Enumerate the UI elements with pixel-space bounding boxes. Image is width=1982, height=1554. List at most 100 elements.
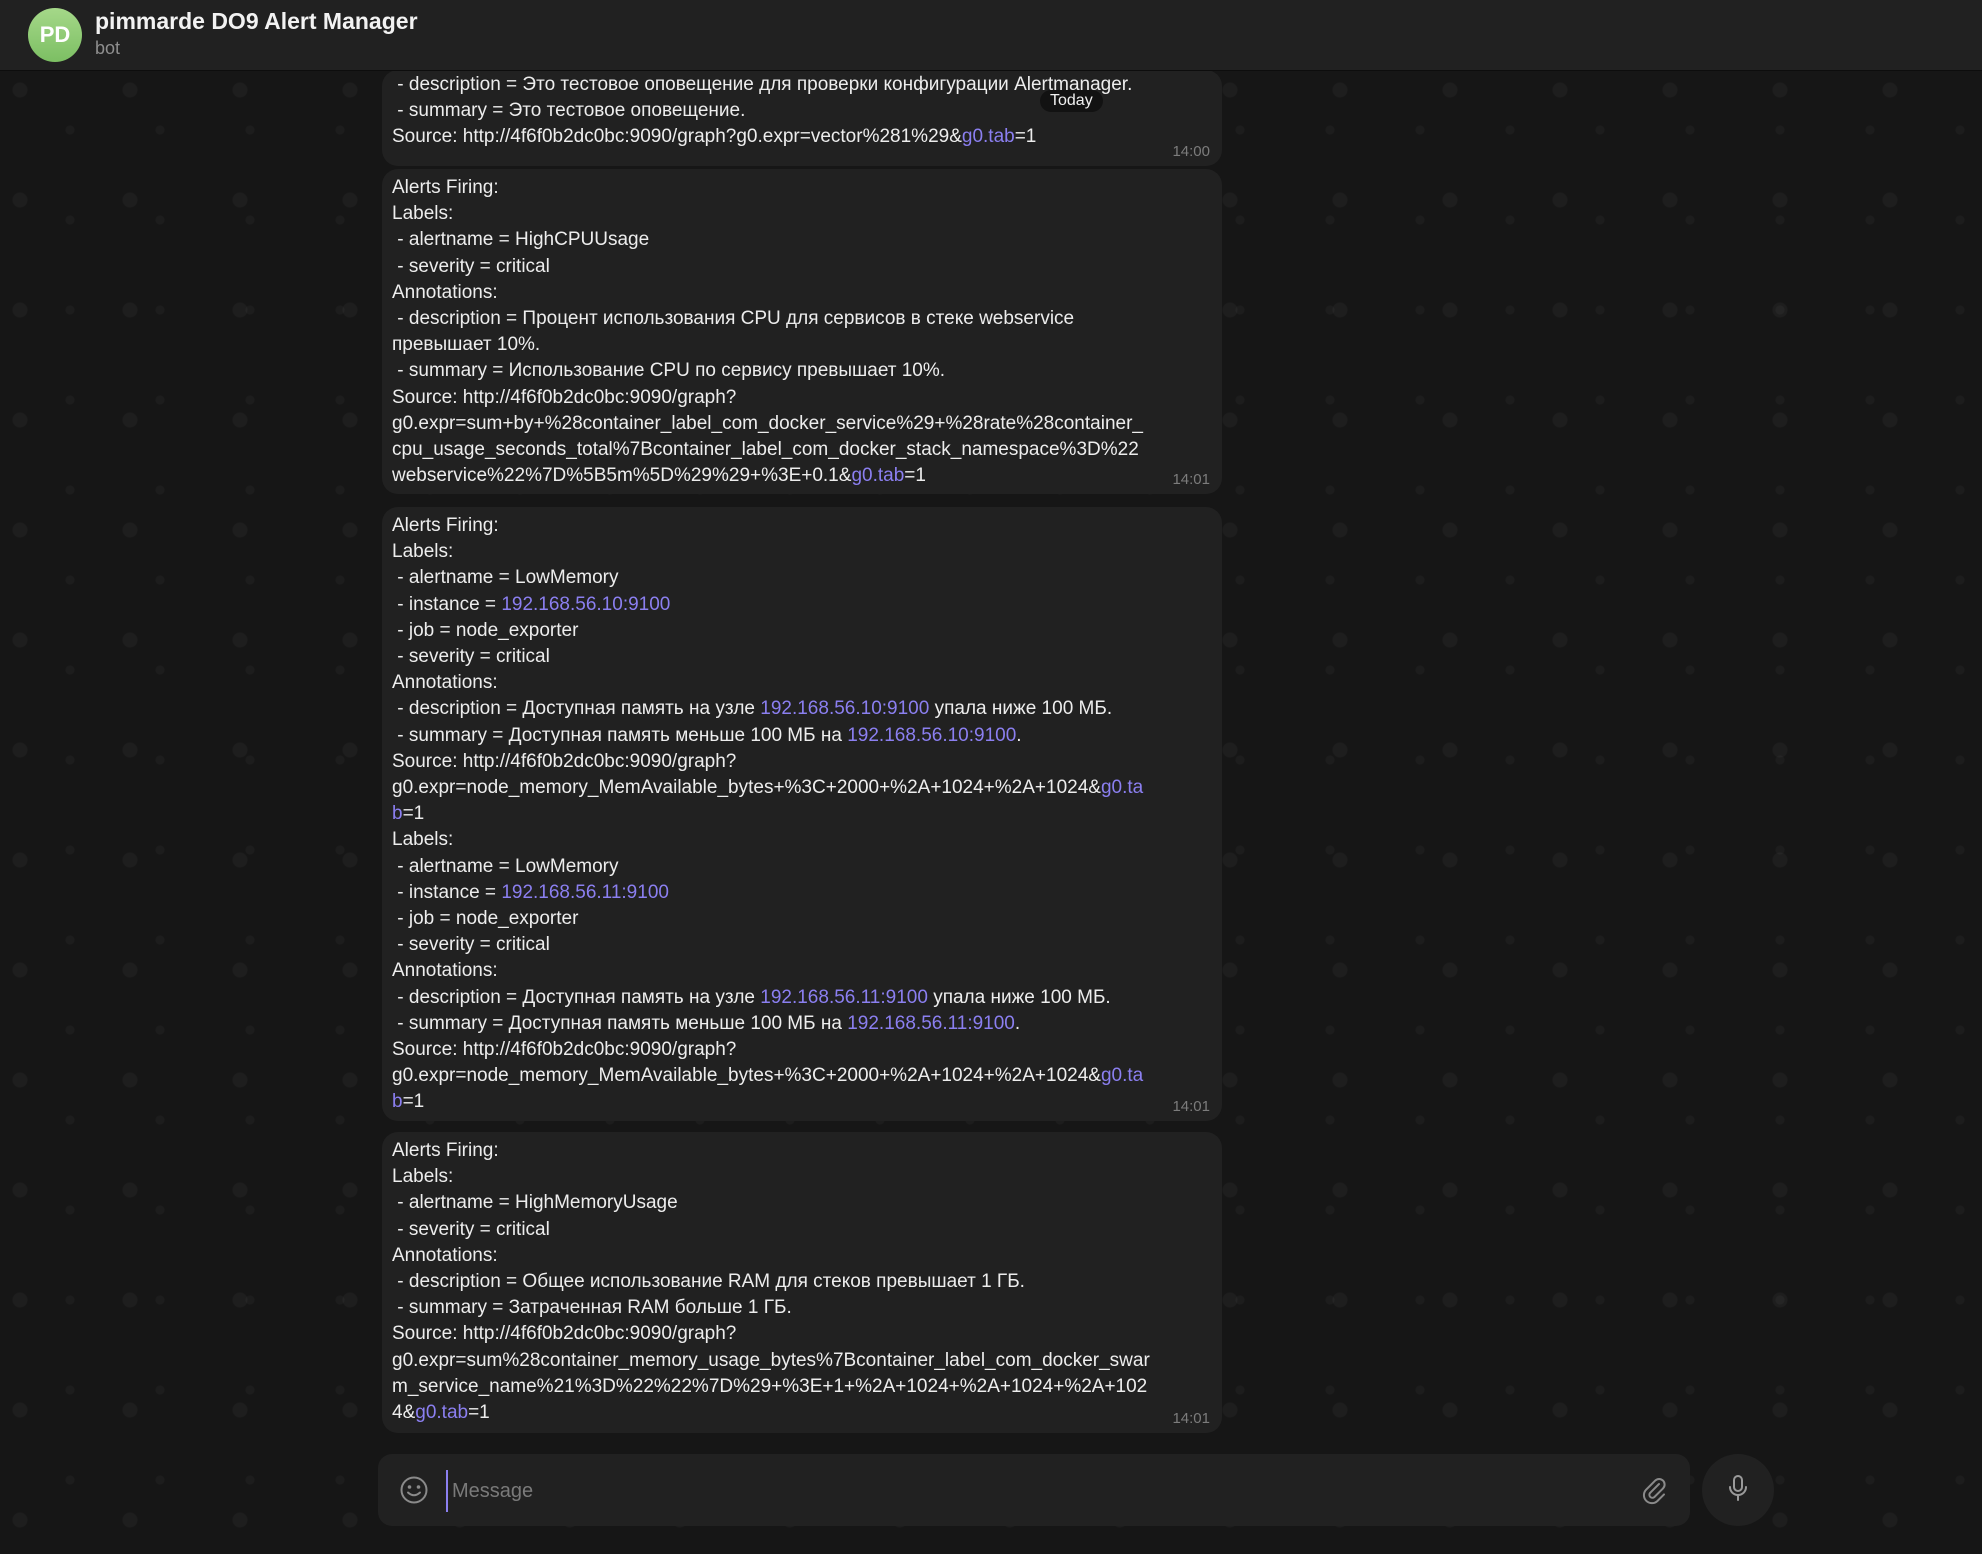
message-line: - severity = critical — [392, 932, 1212, 958]
message-line: - description = Общее использование RAM … — [392, 1269, 1212, 1295]
message-line: Annotations: — [392, 958, 1212, 984]
paperclip-icon[interactable] — [1638, 1474, 1670, 1506]
microphone-button[interactable] — [1702, 1454, 1774, 1526]
avatar[interactable]: PD — [28, 8, 82, 62]
message-line: 4&g0.tab=1 — [392, 1400, 1212, 1426]
message-text: g0.expr=node_memory_MemAvailable_bytes+%… — [392, 777, 1101, 799]
message-link[interactable]: 192.168.56.10:9100 — [847, 725, 1016, 746]
message-text: =1 — [904, 465, 926, 487]
message-text: - description = Общее использование RAM … — [392, 1271, 1025, 1293]
message-line: Alerts Firing: — [392, 1138, 1212, 1164]
message-text: - instance = — [392, 593, 502, 615]
message-text: g0.expr=sum+by+%28container_label_com_do… — [392, 412, 1143, 434]
message-text: - summary = Доступная память меньше 100 … — [392, 1012, 848, 1034]
message-line: - job = node_exporter — [392, 618, 1212, 644]
message-text: Labels: — [392, 203, 454, 225]
message-line: Labels: — [392, 1164, 1212, 1190]
message-bubble[interactable]: - description = Это тестовое оповещение … — [382, 70, 1222, 166]
message-line: - summary = Затраченная RAM больше 1 ГБ. — [392, 1295, 1212, 1321]
message-text: =1 — [402, 803, 425, 825]
message-text: Annotations: — [392, 281, 498, 303]
message-line: - instance = 192.168.56.11:9100 — [392, 880, 1212, 906]
message-input[interactable] — [446, 1470, 1604, 1512]
message-text: - description = Доступная память на узле — [392, 986, 761, 1008]
message-time: 14:00 — [1172, 143, 1210, 160]
chat-title[interactable]: pimmarde DO9 Alert Manager — [95, 8, 418, 35]
message-link[interactable]: 192.168.56.10:9100 — [501, 594, 670, 615]
message-text: - summary = Использование CPU по сервису… — [392, 360, 946, 382]
message-bubble[interactable]: Alerts Firing: Labels: - alertname = LowM… — [382, 507, 1222, 1121]
message-bubble[interactable]: Alerts Firing: Labels: - alertname = High… — [382, 169, 1222, 494]
message-link[interactable]: b — [392, 1091, 403, 1112]
message-link[interactable]: g0.tab — [962, 126, 1015, 147]
message-text: =1 — [468, 1402, 490, 1424]
message-text: - description = Это тестовое оповещение … — [392, 74, 1133, 95]
message-text: - severity = critical — [392, 646, 550, 668]
message-line: - alertname = LowMemory — [392, 854, 1212, 880]
message-line: Source: http://4f6f0b2dc0bc:9090/graph?g… — [392, 124, 1212, 150]
message-text: - alertname = LowMemory — [392, 855, 619, 877]
message-line: - alertname = HighCPUUsage — [392, 227, 1212, 253]
message-text: - severity = critical — [392, 255, 550, 277]
message-link[interactable]: 192.168.56.10:9100 — [760, 698, 929, 719]
message-line: g0.expr=sum%28container_memory_usage_byt… — [392, 1348, 1212, 1374]
message-time: 14:01 — [1172, 471, 1210, 488]
message-text: - description = Доступная память на узле — [392, 698, 761, 720]
message-text: - summary = Затраченная RAM больше 1 ГБ. — [392, 1297, 792, 1319]
message-link[interactable]: 192.168.56.11:9100 — [760, 987, 928, 1008]
message-composer — [378, 1454, 1690, 1526]
message-text: - alertname = LowMemory — [392, 567, 619, 589]
message-line: Annotations: — [392, 670, 1212, 696]
message-line: g0.expr=sum+by+%28container_label_com_do… — [392, 411, 1212, 437]
message-link[interactable]: 192.168.56.11:9100 — [847, 1013, 1015, 1034]
message-text: g0.expr=node_memory_MemAvailable_bytes+%… — [392, 1065, 1101, 1087]
chat-header[interactable]: PD pimmarde DO9 Alert Manager bot — [0, 0, 1982, 71]
message-text: превышает 10%. — [392, 334, 541, 356]
message-link[interactable]: g0.ta — [1101, 1065, 1143, 1086]
message-text: - alertname = HighCPUUsage — [392, 229, 650, 251]
message-link[interactable]: g0.tab — [415, 1402, 468, 1423]
message-link[interactable]: g0.ta — [1101, 777, 1143, 798]
message-line: - severity = critical — [392, 1217, 1212, 1243]
message-text: Annotations: — [392, 672, 498, 694]
message-line: Alerts Firing: — [392, 175, 1212, 201]
message-text: m_service_name%21%3D%22%22%7D%29+%3E+1+%… — [392, 1375, 1148, 1397]
chat-subtitle: bot — [95, 38, 121, 58]
message-text: Annotations: — [392, 1244, 498, 1266]
message-text: webservice%22%7D%5B5m%5D%29%29+%3E+0.1& — [392, 465, 852, 487]
message-line: - severity = critical — [392, 644, 1212, 670]
message-text: - summary = Это тестовое оповещение. — [392, 100, 746, 122]
message-link[interactable]: 192.168.56.11:9100 — [501, 882, 669, 903]
message-line: g0.expr=node_memory_MemAvailable_bytes+%… — [392, 1063, 1212, 1089]
message-text: g0.expr=sum%28container_memory_usage_byt… — [392, 1349, 1150, 1371]
message-text: - description = Процент использования CP… — [392, 308, 1075, 330]
message-text: - alertname = HighMemoryUsage — [392, 1192, 678, 1214]
message-line: - instance = 192.168.56.10:9100 — [392, 592, 1212, 618]
message-bubble[interactable]: Alerts Firing: Labels: - alertname = High… — [382, 1132, 1222, 1433]
message-text: Labels: — [392, 541, 454, 563]
message-line: - summary = Доступная память меньше 100 … — [392, 1011, 1212, 1037]
message-text: - job = node_exporter — [392, 619, 579, 641]
message-text: упала ниже 100 МБ. — [927, 986, 1111, 1008]
message-text: cpu_usage_seconds_total%7Bcontainer_labe… — [392, 439, 1139, 461]
message-text: Source: http://4f6f0b2dc0bc:9090/graph? — [392, 1323, 737, 1345]
message-text: - instance = — [392, 881, 502, 903]
message-line: g0.expr=node_memory_MemAvailable_bytes+%… — [392, 775, 1212, 801]
message-line: - job = node_exporter — [392, 906, 1212, 932]
message-link[interactable]: b — [392, 803, 403, 824]
smile-icon[interactable] — [398, 1474, 430, 1506]
message-text: Alerts Firing: — [392, 1140, 499, 1161]
message-line: - severity = critical — [392, 254, 1212, 280]
message-text: - severity = critical — [392, 1218, 550, 1240]
message-line: Annotations: — [392, 1243, 1212, 1269]
message-line: - summary = Доступная память меньше 100 … — [392, 723, 1212, 749]
message-text: . — [1016, 724, 1022, 746]
message-line: - description = Доступная память на узле… — [392, 696, 1212, 722]
message-line: cpu_usage_seconds_total%7Bcontainer_labe… — [392, 437, 1212, 463]
message-line: Source: http://4f6f0b2dc0bc:9090/graph? — [392, 749, 1212, 775]
message-text: Annotations: — [392, 960, 498, 982]
message-line: b=1 — [392, 801, 1212, 827]
message-time: 14:01 — [1172, 1098, 1210, 1115]
message-link[interactable]: g0.tab — [851, 465, 904, 486]
message-line: Source: http://4f6f0b2dc0bc:9090/graph? — [392, 1321, 1212, 1347]
